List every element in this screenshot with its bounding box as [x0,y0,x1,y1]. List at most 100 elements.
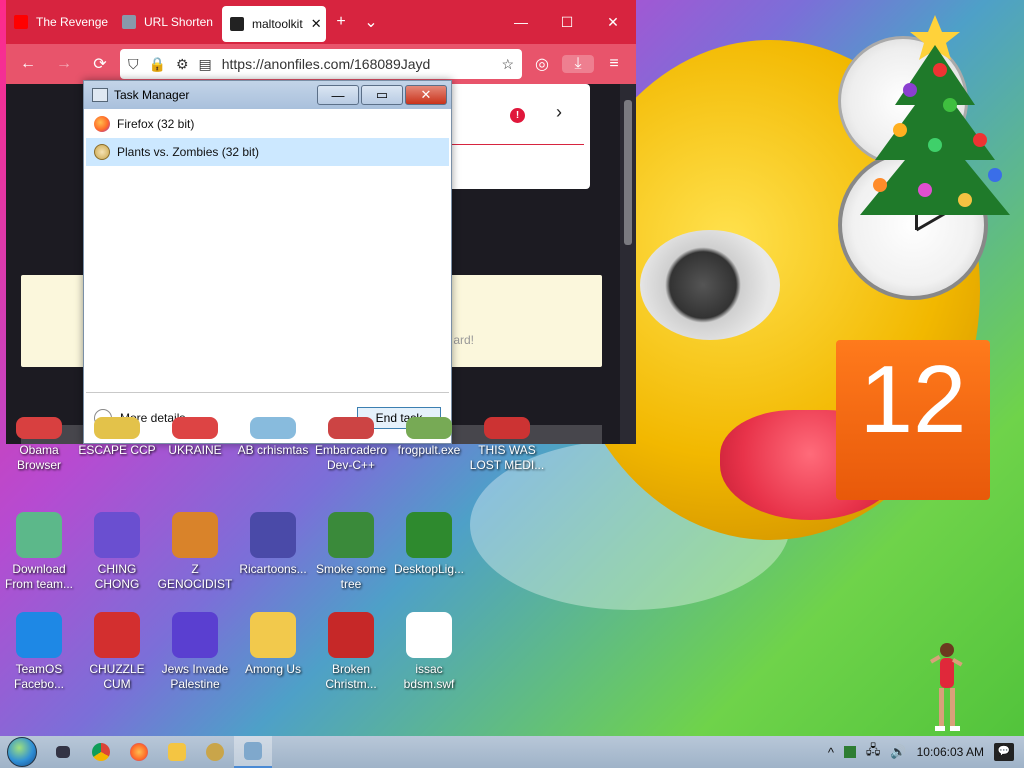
desktop-icon[interactable]: CHING CHONG [78,512,156,592]
page-scrollbar[interactable] [620,84,636,444]
shield-icon[interactable]: ⛉ [128,56,139,73]
app-icon [94,612,140,658]
desktop-icon[interactable]: AB crhismtas [234,417,312,458]
app-icon [328,612,374,658]
app-icon [250,512,296,558]
taskbar-file-explorer[interactable] [158,736,196,768]
wallpaper-emoji-eye [640,230,780,340]
close-icon[interactable]: ✕ [405,85,447,105]
app-icon [328,512,374,558]
app-icon [16,417,62,439]
desktop-icon-label: Jews Invade Palestine [161,662,229,691]
download-popup: ! › [436,84,590,189]
desktop-icon-label: UKRAINE [168,443,222,457]
desktop-icon[interactable]: DesktopLig... [390,512,468,577]
app-icon [94,512,140,558]
folder-icon [168,743,186,761]
back-icon[interactable]: ← [12,55,44,73]
reader-icon[interactable]: ▤ [199,56,212,73]
task-manager-titlebar[interactable]: Task Manager — ▭ ✕ [84,81,451,109]
desktop-icon[interactable]: Smoke some tree [312,512,390,592]
nav-bar: ← → ⟳ ⛉ 🔒 ⚙ ▤ https://anonfiles.com/1680… [6,44,636,84]
window-controls: — ☐ ✕ [498,14,636,31]
desktop-icon[interactable]: CHUZZLE CUM [78,612,156,692]
desktop-icon-label: ESCAPE CCP [78,443,156,457]
taskbar-plants-vs-zombies[interactable] [196,736,234,768]
person-icon [230,17,244,31]
app-icon [406,512,452,558]
close-icon[interactable]: ✕ [590,14,636,31]
tab-url-shortener[interactable]: URL Shorten [114,4,222,40]
app-icon [16,512,62,558]
desktop-icon-label: CHING CHONG [94,562,140,591]
notification-icon[interactable]: 💬 [994,743,1014,761]
desktop-icon[interactable]: Embarcadero Dev-C++ [312,417,390,473]
desktop-icon[interactable]: Broken Christm... [312,612,390,692]
lock-icon[interactable]: 🔒 [149,56,166,73]
volume-icon[interactable]: 🔊 [890,744,906,760]
url-bar[interactable]: ⛉ 🔒 ⚙ ▤ https://anonfiles.com/168089Jayd… [120,49,522,79]
task-manager-icon [244,742,262,760]
warning-icon: ! [510,108,525,123]
tab-list-icon[interactable]: ⌄ [356,12,386,32]
bookmark-star-icon[interactable]: ☆ [501,56,514,73]
banner-text: ard! [453,333,474,347]
tab-label: The Revenge [36,15,109,29]
minimize-icon[interactable]: — [317,85,359,105]
permissions-icon[interactable]: ⚙ [176,56,189,73]
taskbar-firefox[interactable] [120,736,158,768]
desktop-icon[interactable]: Among Us [234,612,312,677]
start-button[interactable] [0,736,44,768]
desktop-icon[interactable]: frogpult.exe [390,417,468,458]
tray-chevron-icon[interactable]: ^ [828,745,834,760]
desktop-icon[interactable]: Obama Browser [0,417,78,473]
tab-the-revenge[interactable]: The Revenge [6,4,114,40]
tab-maltoolkit[interactable]: maltoolkit ✕ [222,6,326,42]
network-icon[interactable]: 🖧 [866,741,881,763]
maximize-icon[interactable]: ☐ [544,14,590,31]
close-tab-icon[interactable]: ✕ [311,16,322,32]
calendar-gadget: 12 [836,340,990,500]
desktop-icon[interactable]: Download From team... [0,512,78,592]
desktop-icon[interactable]: THIS WAS LOST MEDI... [468,417,546,473]
desktop-icon-label: AB crhismtas [237,443,309,457]
app-icon [172,512,218,558]
process-row-firefox[interactable]: Firefox (32 bit) [86,110,449,138]
desktop-icon[interactable]: Jews Invade Palestine [156,612,234,692]
calendar-day: 12 [859,346,967,453]
menu-icon[interactable]: ≡ [598,55,630,73]
download-icon[interactable]: ⤓ [562,55,594,73]
minimize-icon[interactable]: — [498,14,544,31]
task-manager-controls: — ▭ ✕ [317,85,447,105]
desktop-icon[interactable]: Z GENOCIDIST [156,512,234,592]
windows-logo-icon [7,737,37,767]
reload-icon[interactable]: ⟳ [84,54,116,74]
chevron-right-icon[interactable]: › [556,102,562,123]
taskbar-chrome[interactable] [82,736,120,768]
clock[interactable]: 10:06:03 AM [917,745,984,759]
url-text[interactable]: https://anonfiles.com/168089Jayd [222,56,492,72]
tray-app-icon[interactable] [843,746,856,758]
taskbar-task-view[interactable] [44,736,82,768]
desktop-icon-label: DesktopLig... [393,562,465,576]
taskbar-task-manager[interactable] [234,736,272,768]
forward-icon[interactable]: → [48,55,80,73]
link-icon [122,15,136,29]
pocket-icon[interactable]: ◎ [526,54,558,74]
desktop-icon-label: frogpult.exe [397,443,461,457]
maximize-icon[interactable]: ▭ [361,85,403,105]
new-tab-icon[interactable]: + [326,13,356,31]
desktop-icon[interactable]: ESCAPE CCP [78,417,156,458]
process-row-plants-vs-zombies[interactable]: Plants vs. Zombies (32 bit) [86,138,449,166]
desktop-icon-label: Smoke some tree [315,562,387,591]
desktop-icon[interactable]: Ricartoons... [234,512,312,577]
desktop-icon[interactable]: issac bdsm.swf [390,612,468,692]
firefox-icon [130,743,148,761]
app-icon [250,417,296,439]
desktop-icon[interactable]: TeamOS Facebo... [0,612,78,692]
app-icon [16,612,62,658]
desktop-icon-label: issac bdsm.swf [403,662,455,691]
desktop-icon[interactable]: UKRAINE [156,417,234,458]
app-icon [406,612,452,658]
task-manager-icon [92,88,108,102]
